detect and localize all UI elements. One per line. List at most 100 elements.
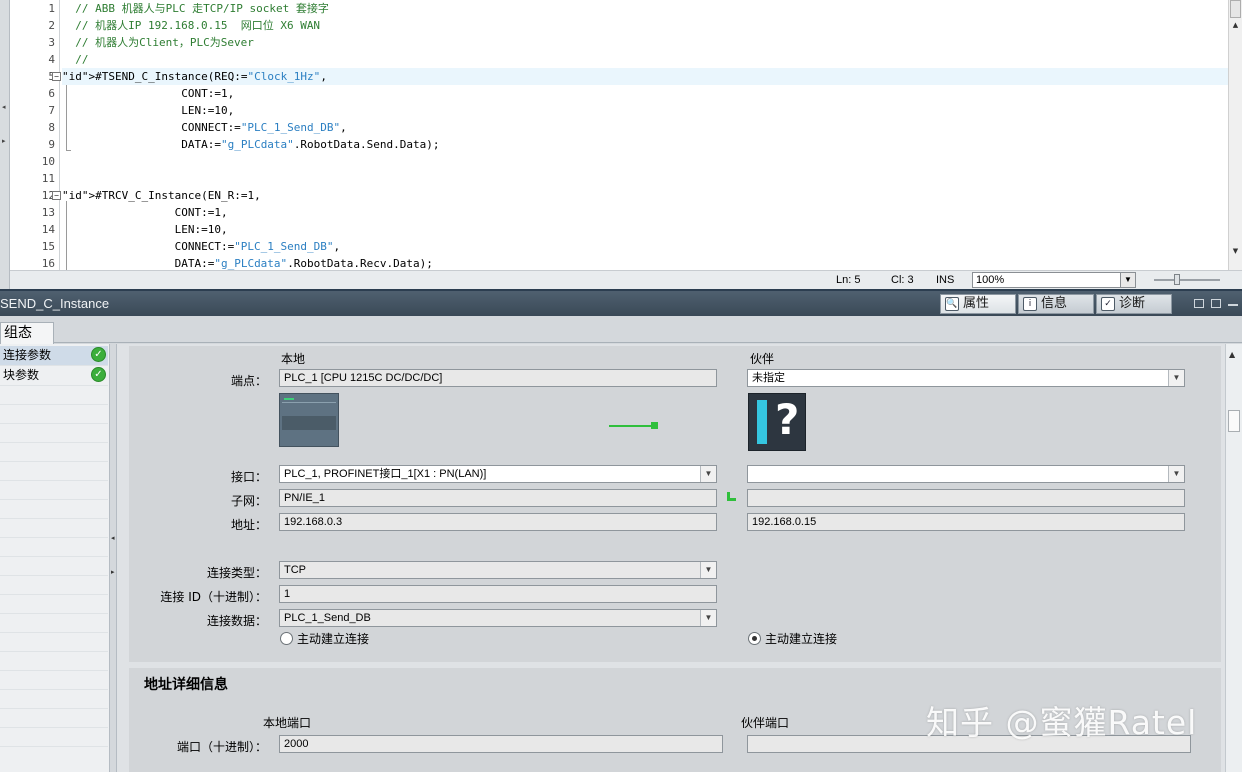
code-area[interactable]: // ABB 机器人与PLC 走TCP/IP socket 套接字 // 机器人… <box>62 0 1228 270</box>
code-line[interactable]: // <box>62 51 1228 68</box>
connection-data-select[interactable]: PLC_1_Send_DB ▼ <box>279 609 717 627</box>
code-line[interactable]: CONT:=1, <box>62 85 1228 102</box>
scroll-up-icon[interactable]: ▲ <box>1230 20 1241 31</box>
tab-info[interactable]: i 信息 <box>1018 294 1094 314</box>
port-label: 端口（十进制）： <box>176 740 267 754</box>
nav-divider <box>0 708 108 709</box>
code-line[interactable]: DATA:="g_PLCdata".RobotData.Recv.Data); <box>62 255 1228 270</box>
code-line[interactable]: LEN:=10, <box>62 102 1228 119</box>
partner-active-connect-radio[interactable]: 主动建立连接 <box>748 632 837 646</box>
cursor-column: Cl: 3 <box>891 274 914 286</box>
nav-divider <box>0 670 108 671</box>
local-port-field[interactable]: 2000 <box>279 735 723 753</box>
tab-diagnostics[interactable]: ✓ 诊断 <box>1096 294 1172 314</box>
line-number: 4 <box>48 53 55 66</box>
local-address-field[interactable]: 192.168.0.3 <box>279 513 717 531</box>
diagnostics-icon: ✓ <box>1101 297 1115 311</box>
code-text: CONT:=1, <box>62 206 228 219</box>
line-number: 10 <box>41 155 55 168</box>
panel-vertical-scrollbar[interactable]: ▲ <box>1225 344 1242 772</box>
cursor-line: Ln: 5 <box>836 274 861 286</box>
device-bar <box>757 400 767 444</box>
chevron-down-icon[interactable]: ▼ <box>1168 466 1184 482</box>
code-line[interactable]: CONT:=1, <box>62 204 1228 221</box>
partner-endpoint-select[interactable]: 未指定 ▼ <box>747 369 1185 387</box>
zoom-slider[interactable] <box>1154 274 1220 285</box>
local-interface-select[interactable]: PLC_1, PROFINET接口_1[X1 : PN(LAN)] ▼ <box>279 465 717 483</box>
nav-divider <box>0 613 108 614</box>
editor-vertical-scrollbar[interactable]: ▲ ▼ <box>1228 0 1242 270</box>
nav-item-connection-params[interactable]: 连接参数 ✓ <box>0 346 108 365</box>
tia-portal-window: ◂ ▸ 1 2 3 4 5 6 7 8 9 10 11 12 13 14 15 … <box>0 0 1242 772</box>
collapse-arrow-icon[interactable]: ◂ <box>2 103 6 111</box>
chevron-down-icon[interactable]: ▼ <box>1168 370 1184 386</box>
code-text: LEN:=10, <box>62 104 235 117</box>
zhihu-watermark: 知乎 @蜜獾Ratel <box>926 703 1198 742</box>
code-line[interactable]: "id">#TRCV_C_Instance(EN_R:=1, <box>62 187 1228 204</box>
connection-id-field[interactable]: 1 <box>279 585 717 603</box>
radio-label: 主动建立连接 <box>297 632 370 646</box>
radio-unchecked <box>280 632 293 645</box>
scl-code-editor[interactable]: ◂ ▸ 1 2 3 4 5 6 7 8 9 10 11 12 13 14 15 … <box>0 0 1242 289</box>
connection-type-value: TCP <box>284 564 306 576</box>
nav-divider <box>0 632 108 633</box>
connection-type-select[interactable]: TCP ▼ <box>279 561 717 579</box>
tab-configuration[interactable]: 组态 <box>0 322 54 344</box>
code-line[interactable] <box>62 153 1228 170</box>
scroll-thumb[interactable] <box>1230 0 1241 18</box>
scroll-up-icon[interactable]: ▲ <box>1229 350 1235 359</box>
nav-item-block-params[interactable]: 块参数 ✓ <box>0 366 108 385</box>
nav-divider <box>0 518 108 519</box>
local-subnet-field[interactable]: PN/IE_1 <box>279 489 717 507</box>
expand-arrow-icon[interactable]: ▸ <box>2 137 6 145</box>
config-tab-bar: 组态 <box>0 316 1242 344</box>
local-active-connect-radio[interactable]: 主动建立连接 <box>280 632 369 646</box>
comment-text: // 机器人为Client，PLC为Sever <box>75 36 254 49</box>
connection-data-label: 连接数据： <box>206 614 267 628</box>
connection-section: 本地 伙伴 端点： PLC_1 [CPU 1215C DC/DC/DC] 未指定… <box>129 346 1221 662</box>
fold-toggle-icon[interactable]: − <box>52 72 61 81</box>
code-line[interactable]: DATA:="g_PLCdata".RobotData.Send.Data); <box>62 136 1228 153</box>
address-detail-title: 地址详细信息 <box>144 677 228 693</box>
nav-divider <box>0 423 108 424</box>
code-line[interactable]: // ABB 机器人与PLC 走TCP/IP socket 套接字 <box>62 0 1228 17</box>
code-line[interactable]: CONNECT:="PLC_1_Send_DB", <box>62 238 1228 255</box>
layout-icon[interactable] <box>1211 299 1221 308</box>
code-line[interactable]: // 机器人为Client，PLC为Sever <box>62 34 1228 51</box>
partner-interface-select[interactable]: ▼ <box>747 465 1185 483</box>
comment-text: // <box>75 53 89 66</box>
zoom-slider-knob[interactable] <box>1174 274 1180 285</box>
code-line-current[interactable]: "id">#TSEND_C_Instance(REQ:="Clock_1Hz", <box>62 68 1228 85</box>
chevron-down-icon[interactable]: ▼ <box>700 562 716 578</box>
code-line[interactable]: // 机器人IP 192.168.0.15 网口位 X6 WAN <box>62 17 1228 34</box>
expand-right-icon[interactable]: ▸ <box>111 568 115 576</box>
comment-text: // ABB 机器人与PLC 走TCP/IP socket 套接字 <box>75 2 329 15</box>
restore-window-icon[interactable] <box>1194 299 1204 308</box>
code-text: CONNECT:="PLC_1_Send_DB", <box>62 121 347 134</box>
collapse-left-icon[interactable]: ◂ <box>111 534 115 542</box>
zoom-select[interactable]: 100% ▼ <box>972 272 1136 288</box>
nav-divider <box>0 594 108 595</box>
fold-toggle-icon[interactable]: − <box>52 191 61 200</box>
nav-divider <box>0 575 108 576</box>
nav-divider <box>0 689 108 690</box>
minimize-icon[interactable] <box>1228 304 1238 306</box>
line-number: 7 <box>48 104 55 117</box>
partner-subnet-field[interactable] <box>747 489 1185 507</box>
chevron-down-icon[interactable]: ▼ <box>700 610 716 626</box>
scroll-thumb[interactable] <box>1228 410 1240 432</box>
scroll-down-icon[interactable]: ▼ <box>1230 246 1241 257</box>
nav-divider <box>0 651 108 652</box>
code-line[interactable] <box>62 170 1228 187</box>
chevron-down-icon[interactable]: ▼ <box>1120 273 1135 287</box>
zoom-value: 100% <box>976 274 1005 286</box>
local-endpoint-field[interactable]: PLC_1 [CPU 1215C DC/DC/DC] <box>279 369 717 387</box>
tab-properties[interactable]: 🔍 属性 <box>940 294 1016 314</box>
partner-address-field[interactable]: 192.168.0.15 <box>747 513 1185 531</box>
line-number: 1 <box>48 2 55 15</box>
nav-splitter[interactable]: ◂ ▸ <box>110 344 117 772</box>
code-line[interactable]: CONNECT:="PLC_1_Send_DB", <box>62 119 1228 136</box>
chevron-down-icon[interactable]: ▼ <box>700 466 716 482</box>
code-line[interactable]: LEN:=10, <box>62 221 1228 238</box>
editor-left-splitter[interactable]: ◂ ▸ <box>0 0 10 289</box>
